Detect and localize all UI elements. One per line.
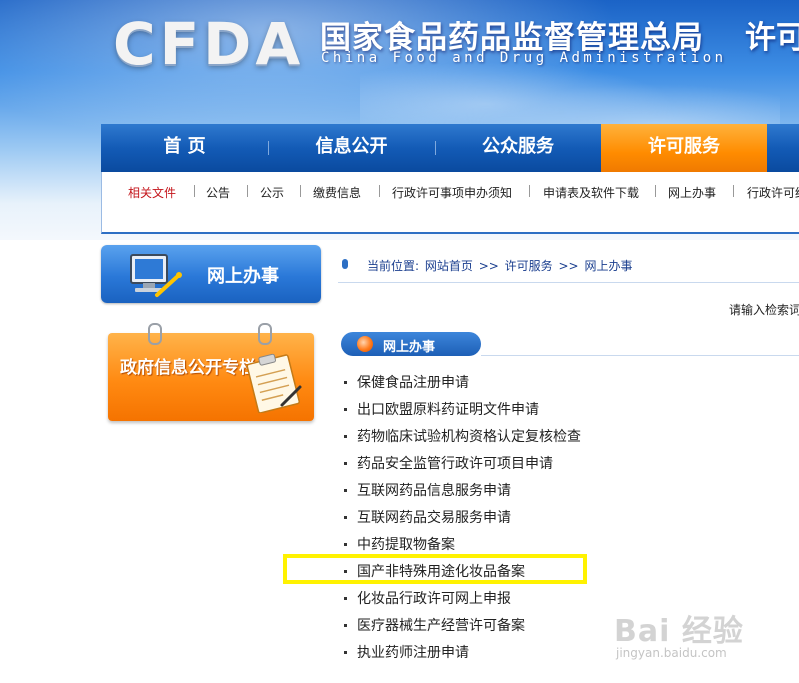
list-item: 出口欧盟原料药证明文件申请 bbox=[344, 399, 744, 426]
subnav-divider bbox=[733, 185, 734, 197]
subnav-publicity[interactable]: 公示 bbox=[260, 184, 284, 201]
bullet-icon bbox=[344, 597, 347, 600]
list-item: 互联网药品交易服务申请 bbox=[344, 507, 744, 534]
bullet-icon bbox=[344, 408, 347, 411]
subnav-application-notice[interactable]: 行政许可事项申办须知 bbox=[392, 184, 512, 201]
breadcrumb-license-service[interactable]: 许可服务 bbox=[505, 259, 553, 273]
breadcrumb-online-service[interactable]: 网上办事 bbox=[584, 259, 632, 273]
computer-icon bbox=[130, 254, 182, 297]
subnav-divider bbox=[194, 185, 195, 197]
section-bullet-icon bbox=[357, 336, 373, 352]
list-item: 药物临床试验机构资格认定复核检查 bbox=[344, 426, 744, 453]
breadcrumb-prefix: 当前位置: bbox=[367, 259, 420, 273]
watermark-url: jingyan.baidu.com bbox=[616, 646, 727, 660]
service-link[interactable]: 互联网药品信息服务申请 bbox=[357, 480, 511, 502]
subnav-divider bbox=[300, 185, 301, 197]
bullet-icon bbox=[344, 624, 347, 627]
service-link[interactable]: 医疗器械生产经营许可备案 bbox=[357, 615, 525, 637]
bullet-icon bbox=[344, 435, 347, 438]
bullet-icon bbox=[344, 543, 347, 546]
subnav-divider bbox=[379, 185, 380, 197]
online-service-button[interactable]: 网上办事 bbox=[101, 245, 321, 303]
breadcrumb: 当前位置: 网站首页 >> 许可服务 >> 网上办事 bbox=[338, 248, 799, 283]
service-link[interactable]: 出口欧盟原料药证明文件申请 bbox=[357, 399, 539, 421]
bullet-icon bbox=[344, 381, 347, 384]
subnav-online-service[interactable]: 网上办事 bbox=[668, 184, 716, 201]
subnav-announcement[interactable]: 公告 bbox=[206, 184, 230, 201]
service-link[interactable]: 中药提取物备案 bbox=[357, 534, 455, 556]
gov-info-label: 政府信息公开专栏 bbox=[120, 358, 256, 378]
breadcrumb-marker-icon bbox=[342, 259, 348, 269]
list-item: 互联网药品信息服务申请 bbox=[344, 480, 744, 507]
subnav-forms-download[interactable]: 申请表及软件下载 bbox=[543, 184, 639, 201]
service-link[interactable]: 保健食品注册申请 bbox=[357, 372, 469, 394]
highlight-box bbox=[283, 554, 587, 584]
document-icon bbox=[246, 353, 302, 413]
subnav-license-results[interactable]: 行政许可结 bbox=[747, 184, 799, 201]
service-link[interactable]: 药品安全监管行政许可项目申请 bbox=[357, 453, 553, 475]
subnav-fee-info[interactable]: 缴费信息 bbox=[313, 184, 361, 201]
nav-license-service[interactable]: 许可服务 bbox=[601, 124, 767, 172]
section-title-right: 许可 bbox=[745, 20, 799, 56]
sub-nav: 相关文件 公告 公示 缴费信息 行政许可事项申办须知 申请表及软件下载 网上办事… bbox=[101, 172, 799, 234]
list-item: 药品安全监管行政许可项目申请 bbox=[344, 453, 744, 480]
search-hint[interactable]: 请输入检索词 bbox=[729, 301, 799, 318]
gov-info-panel[interactable]: 政府信息公开专栏 bbox=[108, 323, 314, 421]
service-link[interactable]: 药物临床试验机构资格认定复核检查 bbox=[357, 426, 581, 448]
bullet-icon bbox=[344, 651, 347, 654]
baidu-watermark: Bai 经验 jingyan.baidu.com bbox=[614, 598, 794, 668]
nav-info-disclosure[interactable]: 信息公开 bbox=[268, 124, 435, 172]
binder-ring bbox=[258, 323, 272, 345]
breadcrumb-text: 当前位置: 网站首页 >> 许可服务 >> 网上办事 bbox=[367, 257, 634, 274]
breadcrumb-separator: >> bbox=[558, 259, 579, 273]
section-title: 网上办事 bbox=[383, 340, 436, 355]
bullet-icon bbox=[344, 516, 347, 519]
breadcrumb-separator: >> bbox=[478, 259, 499, 273]
service-link[interactable]: 化妆品行政许可网上申报 bbox=[357, 588, 511, 610]
online-service-label: 网上办事 bbox=[207, 266, 279, 287]
service-link[interactable]: 互联网药品交易服务申请 bbox=[357, 507, 511, 529]
list-item: 保健食品注册申请 bbox=[344, 372, 744, 399]
cfda-logo: CFDA bbox=[113, 10, 305, 78]
site-title-en: China Food and Drug Administration bbox=[321, 50, 727, 66]
section-divider bbox=[481, 355, 799, 356]
nav-public-service[interactable]: 公众服务 bbox=[435, 124, 601, 172]
section-header: 网上办事 bbox=[341, 332, 481, 356]
nav-home[interactable]: 首 页 bbox=[101, 124, 268, 172]
service-link[interactable]: 执业药师注册申请 bbox=[357, 642, 469, 664]
watermark-logo: Bai 经验 bbox=[614, 614, 744, 649]
bullet-icon bbox=[344, 462, 347, 465]
bullet-icon bbox=[344, 489, 347, 492]
main-nav: 首 页 信息公开 公众服务 许可服务 bbox=[101, 124, 799, 172]
subnav-divider bbox=[655, 185, 656, 197]
subnav-divider bbox=[247, 185, 248, 197]
binder-ring bbox=[148, 323, 162, 345]
subnav-related-files[interactable]: 相关文件 bbox=[128, 184, 176, 201]
breadcrumb-home[interactable]: 网站首页 bbox=[425, 259, 473, 273]
subnav-divider bbox=[529, 185, 530, 197]
